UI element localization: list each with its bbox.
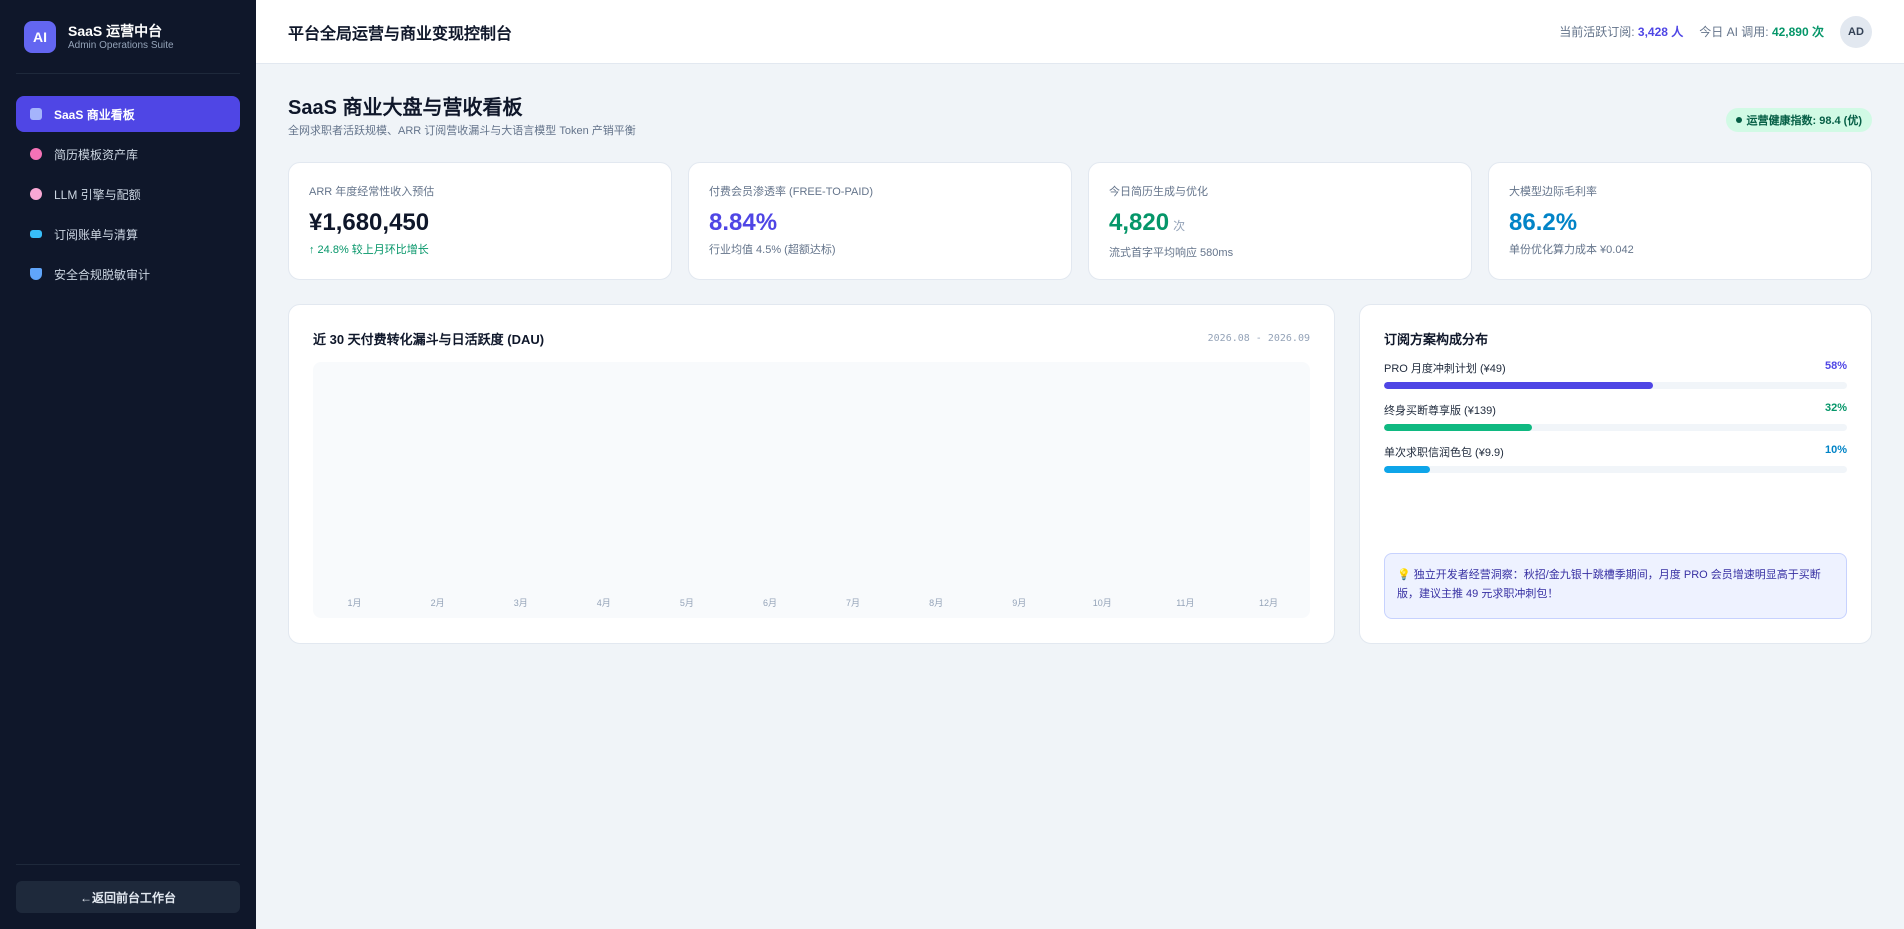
plan-label: PRO 月度冲刺计划 (¥49) <box>1384 363 1506 375</box>
sidebar-item-billing[interactable]: 订阅账单与清算 <box>16 216 240 252</box>
sidebar-item-label: 安全合规脱敏审计 <box>54 267 151 282</box>
kpi-value: 86.2% <box>1509 209 1578 236</box>
kpi-card-resumes: 今日简历生成与优化 4,820 次 流式首字平均响应 580ms <box>1088 162 1472 280</box>
palette-icon <box>30 148 42 160</box>
kpi-note: 行业均值 4.5% (超额达标) <box>709 244 836 256</box>
page-subtitle: 全网求职者活跃规模、ARR 订阅营收漏斗与大语言模型 Token 产销平衡 <box>288 125 636 137</box>
x-tick-label: 12月 <box>1258 598 1278 608</box>
kpi-unit: 次 <box>1173 219 1186 233</box>
topbar-title: 平台全局运营与商业变现控制台 <box>288 25 513 43</box>
sidebar-item-dashboard[interactable]: SaaS 商业看板 <box>16 96 240 132</box>
x-tick-label: 6月 <box>762 598 777 608</box>
kpi-label: 付费会员渗透率 (FREE-TO-PAID) <box>709 186 873 198</box>
ai-calls-stat: 今日 AI 调用: 42,890 次 <box>1699 23 1824 40</box>
kpi-card-margin: 大模型边际毛利率 86.2% 单份优化算力成本 ¥0.042 <box>1488 162 1872 280</box>
kpi-value-wrap: 4,820 次 <box>1109 209 1451 240</box>
x-axis-labels: 1月 2月 3月 4月 5月 6月 7月 8月 9月 10月 11月 12月 <box>313 596 1310 608</box>
sidebar-item-label: 订阅账单与清算 <box>54 227 139 242</box>
active-subscriptions-stat: 当前活跃订阅: 3,428 人 <box>1559 23 1683 40</box>
active-subscriptions-value: 3,428 人 <box>1637 25 1684 39</box>
status-dot-icon <box>1736 117 1743 123</box>
kpi-card-arr: ARR 年度经常性收入预估 ¥1,680,450 ↑ 24.8% 较上月环比增长 <box>288 162 672 280</box>
sidebar: AI SaaS 运营中台 Admin Operations Suite SaaS… <box>0 0 256 929</box>
brain-icon <box>30 188 42 200</box>
content: SaaS 商业大盘与营收看板 全网求职者活跃规模、ARR 订阅营收漏斗与大语言模… <box>256 64 1904 644</box>
sidebar-item-templates[interactable]: 简历模板资产库 <box>16 136 240 172</box>
sidebar-footer: ←返回前台工作台 <box>16 864 240 913</box>
list-item: PRO 月度冲刺计划 (¥49) 58% <box>1384 360 1847 389</box>
x-tick-label: 1月 <box>347 598 362 608</box>
funnel-chart-card: 近 30 天付费转化漏斗与日活跃度 (DAU) 2026.08 - 2026.0… <box>288 304 1335 644</box>
plan-distribution-card: 订阅方案构成分布 PRO 月度冲刺计划 (¥49) 58% 终身买断尊享版 (¥… <box>1359 304 1872 644</box>
topbar-stats: 当前活跃订阅: 3,428 人 今日 AI 调用: 42,890 次 AD <box>1543 15 1872 48</box>
status-badge: 运营健康指数: 98.4 (优) <box>1726 108 1872 132</box>
x-tick-label: 7月 <box>846 598 861 608</box>
x-tick-label: 9月 <box>1012 598 1027 608</box>
x-tick-label: 2月 <box>430 598 445 608</box>
topbar: 平台全局运营与商业变现控制台 当前活跃订阅: 3,428 人 今日 AI 调用:… <box>256 0 1904 64</box>
active-subscriptions-label: 当前活跃订阅: <box>1559 25 1635 39</box>
kpi-value: 4,820 <box>1109 209 1170 236</box>
avatar[interactable]: AD <box>1840 15 1872 48</box>
brand: AI SaaS 运营中台 Admin Operations Suite <box>16 0 240 74</box>
brand-logo: AI <box>24 20 56 53</box>
plan-label: 终身买断尊享版 (¥139) <box>1384 405 1496 417</box>
x-tick-label: 8月 <box>929 598 944 608</box>
x-tick-label: 5月 <box>679 598 694 608</box>
sidebar-item-llm[interactable]: LLM 引擎与配额 <box>16 176 240 212</box>
plan-label: 单次求职信润色包 (¥9.9) <box>1384 447 1504 459</box>
insight-callout: 💡 独立开发者经营洞察：秋招/金九银十跳槽季期间，月度 PRO 会员增速明显高于… <box>1384 553 1847 619</box>
main: 平台全局运营与商业变现控制台 当前活跃订阅: 3,428 人 今日 AI 调用:… <box>256 0 1904 929</box>
kpi-note: ↑ 24.8% 较上月环比增长 <box>309 244 429 256</box>
progress-fill <box>1384 466 1431 473</box>
kpi-row: ARR 年度经常性收入预估 ¥1,680,450 ↑ 24.8% 较上月环比增长… <box>288 162 1872 280</box>
sidebar-item-label: 简历模板资产库 <box>54 147 139 162</box>
progress-fill <box>1384 382 1653 389</box>
sidebar-nav: SaaS 商业看板 简历模板资产库 LLM 引擎与配额 订阅账单与清算 安全合规… <box>0 74 256 296</box>
kpi-label: 今日简历生成与优化 <box>1109 186 1208 198</box>
progress-track <box>1384 424 1847 431</box>
plan-percent: 32% <box>1824 402 1847 414</box>
kpi-value: 8.84% <box>709 209 778 236</box>
progress-track <box>1384 382 1847 389</box>
sidebar-item-label: LLM 引擎与配额 <box>54 187 141 202</box>
plan-percent: 58% <box>1824 360 1847 372</box>
card-icon <box>30 230 42 238</box>
kpi-value: ¥1,680,450 <box>309 209 430 236</box>
kpi-note: 流式首字平均响应 580ms <box>1109 247 1234 259</box>
sidebar-item-security[interactable]: 安全合规脱敏审计 <box>16 256 240 292</box>
ai-calls-value: 42,890 次 <box>1771 25 1824 39</box>
health-label: 运营健康指数: 98.4 (优) <box>1746 115 1862 127</box>
chart-canvas[interactable]: 1月 2月 3月 4月 5月 6月 7月 8月 9月 10月 11月 12月 <box>313 362 1310 618</box>
brand-title: SaaS 运营中台 <box>68 22 163 39</box>
list-item: 终身买断尊享版 (¥139) 32% <box>1384 402 1847 431</box>
page-title: SaaS 商业大盘与营收看板 <box>288 97 523 119</box>
kpi-note: 单份优化算力成本 ¥0.042 <box>1509 244 1634 256</box>
x-tick-label: 10月 <box>1092 598 1112 608</box>
sidebar-item-label: SaaS 商业看板 <box>54 107 135 122</box>
list-item: 单次求职信润色包 (¥9.9) 10% <box>1384 444 1847 473</box>
x-tick-label: 11月 <box>1176 598 1195 608</box>
brand-subtitle: Admin Operations Suite <box>68 39 174 51</box>
distribution-title: 订阅方案构成分布 <box>1384 332 1489 347</box>
progress-track <box>1384 466 1847 473</box>
chart-icon <box>30 108 42 120</box>
kpi-label: 大模型边际毛利率 <box>1509 186 1597 198</box>
kpi-label: ARR 年度经常性收入预估 <box>309 186 435 198</box>
page-header: SaaS 商业大盘与营收看板 全网求职者活跃规模、ARR 订阅营收漏斗与大语言模… <box>288 96 1872 138</box>
progress-fill <box>1384 424 1533 431</box>
x-tick-label: 4月 <box>596 598 611 608</box>
shield-icon <box>30 268 42 280</box>
x-tick-label: 3月 <box>513 598 528 608</box>
chart-title: 近 30 天付费转化漏斗与日活跃度 (DAU) <box>313 332 545 347</box>
charts-row: 近 30 天付费转化漏斗与日活跃度 (DAU) 2026.08 - 2026.0… <box>288 304 1872 644</box>
ai-calls-label: 今日 AI 调用: <box>1699 25 1769 39</box>
plan-percent: 10% <box>1824 444 1847 456</box>
chart-date-range: 2026.08 - 2026.09 <box>1207 333 1310 344</box>
chart-header: 近 30 天付费转化漏斗与日活跃度 (DAU) 2026.08 - 2026.0… <box>313 329 1310 348</box>
kpi-card-conversion: 付费会员渗透率 (FREE-TO-PAID) 8.84% 行业均值 4.5% (… <box>688 162 1072 280</box>
back-to-frontend-button[interactable]: ←返回前台工作台 <box>16 881 240 913</box>
